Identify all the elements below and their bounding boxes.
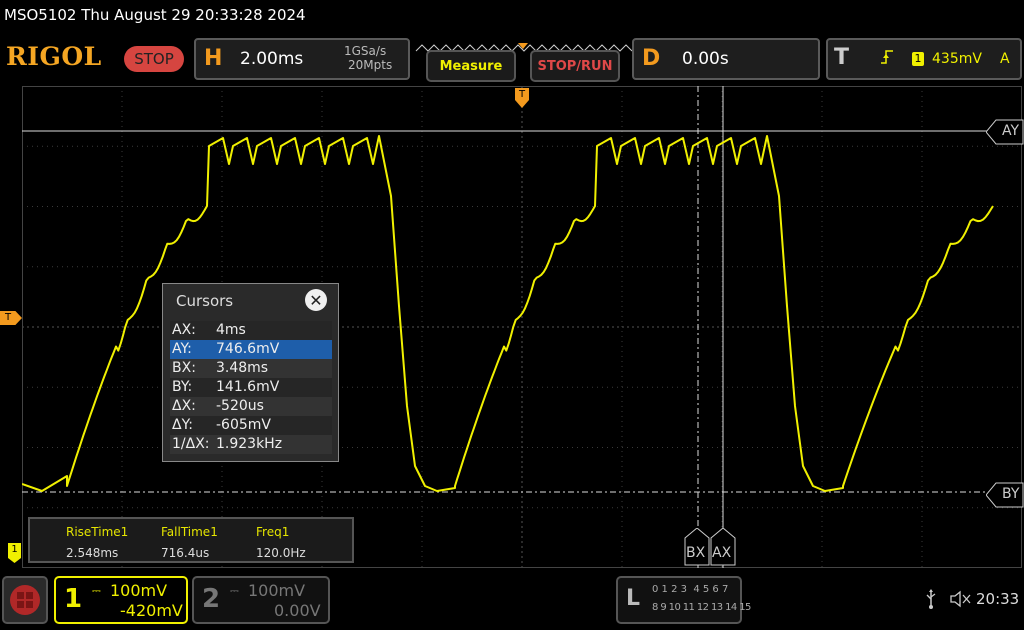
cursors-header: Cursors ✕ xyxy=(163,284,338,318)
delay-value: 0.00s xyxy=(682,49,729,69)
trigger-mode: A xyxy=(1000,51,1010,67)
delay-panel[interactable]: D 0.00s xyxy=(632,38,820,80)
cursor-ay-label: AY xyxy=(1002,123,1020,139)
channel1-number: 1 xyxy=(64,584,83,614)
memory-position-bar xyxy=(414,38,634,52)
cursors-panel[interactable]: Cursors ✕ AX: 4ms AY: 746.6mV BX: 3.48ms BY… xyxy=(162,283,339,462)
close-icon[interactable]: ✕ xyxy=(305,289,327,311)
usb-icon xyxy=(924,589,938,613)
cursor-row-value: 1.923kHz xyxy=(216,436,283,452)
trigger-level: 435mV xyxy=(932,51,982,67)
cursor-row-value: 4ms xyxy=(216,322,246,338)
channel2-offset: 0.00V xyxy=(274,601,321,620)
cursor-ax-tag[interactable]: AX xyxy=(710,527,736,566)
channel1-scale: 100mV xyxy=(110,581,168,600)
menu-grid-icon xyxy=(10,585,40,615)
channel1-panel[interactable]: 1 ⎓ 100mV -420mV xyxy=(54,576,188,624)
trigger-level-marker-label: T xyxy=(5,312,12,323)
logic-panel[interactable]: L 0 1 2 3 4 5 6 7 8 9 10 11 12 13 14 15 xyxy=(616,576,751,624)
cursor-row-value: 141.6mV xyxy=(216,379,280,395)
clock-time: 20:33 xyxy=(976,590,1020,608)
cursor-ax-label: AX xyxy=(712,545,732,561)
cursor-row-value: -605mV xyxy=(216,417,271,433)
mute-icon[interactable] xyxy=(949,590,973,612)
sample-rate: 1GSa/s xyxy=(344,44,387,58)
delay-letter: D xyxy=(642,46,661,71)
cursor-bx-label: BX xyxy=(686,545,706,561)
cursor-row-key: ΔX: xyxy=(172,398,196,414)
measure-label: Freq1 xyxy=(256,525,290,539)
channel2-scale: 100mV xyxy=(248,581,306,600)
horizontal-panel[interactable]: H 2.00ms 1GSa/s 20Mpts xyxy=(194,38,410,80)
trigger-source-badge: 1 xyxy=(912,52,924,66)
rising-edge-icon xyxy=(880,49,894,69)
measurement-panel[interactable]: RiseTime1 2.548ms FallTime1 716.4us Freq… xyxy=(28,517,354,563)
measure-value: 2.548ms xyxy=(66,546,119,560)
logic-channels-row1: 0 1 2 3 4 5 6 7 xyxy=(652,584,729,595)
cursor-bx-tag[interactable]: BX xyxy=(684,527,710,566)
memory-depth: 20Mpts xyxy=(348,58,393,72)
dc-coupling-icon: ⎓ xyxy=(230,584,239,597)
cursor-row-selected[interactable]: AY: 746.6mV xyxy=(170,340,332,359)
trigger-position-marker-label: T xyxy=(518,89,526,100)
dc-coupling-icon: ⎓ xyxy=(92,584,101,597)
channel2-panel[interactable]: 2 ⎓ 100mV 0.00V xyxy=(192,576,330,624)
trigger-panel[interactable]: T 1 435mV A xyxy=(826,38,1022,80)
measure-button[interactable]: Measure xyxy=(426,50,516,82)
cursor-row-key: AY: xyxy=(172,341,192,357)
cursor-row-key: ΔY: xyxy=(172,417,193,433)
cursor-row[interactable]: AX: 4ms xyxy=(170,321,332,340)
cursors-title: Cursors xyxy=(176,292,234,310)
cursor-row-value: 746.6mV xyxy=(216,341,280,357)
trigger-level-marker[interactable]: T xyxy=(0,311,22,325)
horizontal-letter: H xyxy=(204,46,223,71)
cursor-by-label: BY xyxy=(1002,486,1020,502)
model-datetime: MSO5102 Thu August 29 20:33:28 2024 xyxy=(4,6,306,24)
measure-label: FallTime1 xyxy=(161,525,218,539)
title-bar: MSO5102 Thu August 29 20:33:28 2024 xyxy=(0,0,1024,34)
cursor-row[interactable]: BX: 3.48ms xyxy=(170,359,332,378)
measure-label: RiseTime1 xyxy=(66,525,129,539)
cursor-row-value: -520us xyxy=(216,398,264,414)
measure-value: 120.0Hz xyxy=(256,546,306,560)
stop-run-button[interactable]: STOP/RUN xyxy=(530,50,620,82)
timebase-value: 2.00ms xyxy=(240,49,304,69)
cursor-ay-tag[interactable]: AY xyxy=(985,119,1024,145)
channel1-offset: -420mV xyxy=(120,601,183,620)
cursor-row-key: 1/ΔX: xyxy=(172,436,210,452)
logic-channels-row2: 8 9 10 11 12 13 14 15 xyxy=(652,602,751,613)
cursor-row[interactable]: ΔX: -520us xyxy=(170,397,332,416)
cursor-row[interactable]: ΔY: -605mV xyxy=(170,416,332,435)
cursor-by-tag[interactable]: BY xyxy=(985,482,1024,508)
menu-button[interactable] xyxy=(2,576,48,624)
run-state-badge[interactable]: STOP xyxy=(124,46,184,72)
rigol-logo: RIGOL xyxy=(6,42,102,71)
channel1-marker[interactable]: 1 xyxy=(8,543,21,563)
cursor-row-key: BY: xyxy=(172,379,193,395)
cursor-row[interactable]: 1/ΔX: 1.923kHz xyxy=(170,435,332,454)
cursor-row-key: AX: xyxy=(172,322,196,338)
logic-letter: L xyxy=(626,586,641,611)
cursor-row-key: BX: xyxy=(172,360,196,376)
measure-value: 716.4us xyxy=(161,546,210,560)
channel2-number: 2 xyxy=(202,584,221,614)
cursor-row[interactable]: BY: 141.6mV xyxy=(170,378,332,397)
cursor-row-value: 3.48ms xyxy=(216,360,269,376)
channel1-marker-label: 1 xyxy=(11,544,18,555)
trigger-letter: T xyxy=(834,45,850,70)
